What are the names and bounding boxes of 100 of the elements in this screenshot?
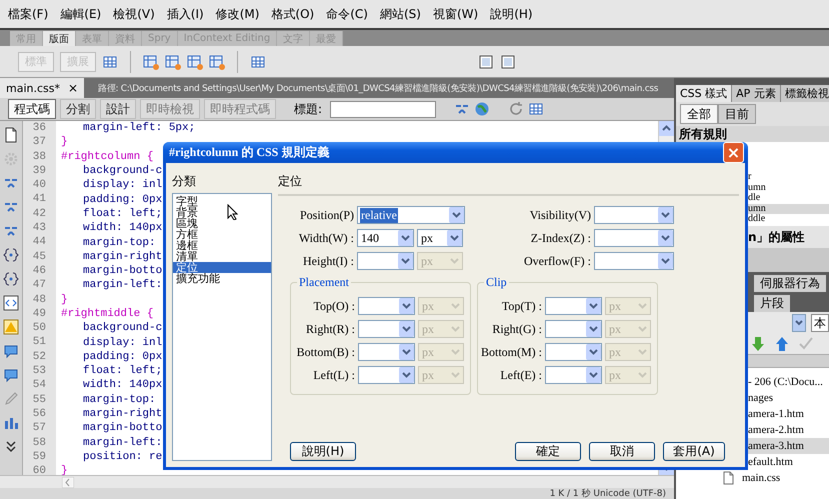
dropdown[interactable] — [545, 366, 602, 384]
refresh-icon[interactable] — [508, 101, 524, 117]
brackets-icon[interactable] — [3, 271, 19, 287]
close-icon[interactable]: × — [68, 81, 78, 95]
view-button[interactable]: 分割 — [60, 99, 96, 119]
field-label: Height(I) : — [302, 254, 354, 268]
grid-icon[interactable] — [528, 101, 544, 117]
chevron-icon[interactable] — [399, 298, 414, 314]
chevron-icon[interactable] — [586, 367, 601, 383]
menu-item[interactable]: 命令(C) — [322, 6, 376, 22]
mode-tab[interactable]: 全部 — [680, 104, 718, 124]
panel-tab[interactable]: 標籤檢視 — [780, 85, 829, 102]
menu-item[interactable]: 檢視(V) — [109, 6, 163, 22]
dropdown[interactable] — [594, 252, 674, 270]
chevron-icon[interactable] — [399, 367, 414, 383]
file-item[interactable]: main.css — [676, 470, 829, 486]
menu-item[interactable]: 檔案(F) — [4, 6, 56, 22]
category-item[interactable]: 區塊 — [173, 218, 271, 229]
chevron-icon[interactable] — [586, 321, 601, 337]
table-icon[interactable] — [165, 54, 181, 70]
chevron-icon[interactable] — [658, 207, 673, 223]
category-label: 分類 — [172, 173, 197, 190]
document-tab[interactable]: main.css* × — [0, 78, 84, 98]
dialog-button[interactable]: 確定 — [515, 442, 581, 461]
check-icon[interactable] — [798, 336, 814, 352]
panel-tab[interactable]: 伺服器行為 — [754, 275, 826, 292]
menu-item[interactable]: 格式(O) — [267, 6, 322, 22]
frame-icon[interactable] — [500, 54, 516, 70]
category-item[interactable]: 邊框 — [173, 240, 271, 251]
menu-item[interactable]: 說明(H) — [486, 6, 541, 22]
dropdown[interactable] — [792, 314, 806, 332]
scroll-left-icon[interactable] — [62, 476, 74, 488]
dropdown[interactable] — [545, 343, 602, 361]
dropdown[interactable]: px — [417, 229, 463, 247]
dropdown[interactable]: 140 — [357, 229, 414, 247]
view-button[interactable]: 程式碼 — [8, 99, 56, 119]
category-item[interactable]: 清單 — [173, 251, 271, 262]
chevron-icon[interactable] — [658, 253, 673, 269]
dialog-button[interactable]: 取消 — [589, 442, 655, 461]
mode-tab[interactable]: 目前 — [718, 104, 756, 124]
panel-tab[interactable]: AP 元素 — [732, 85, 781, 102]
category-item[interactable]: 擴充功能 — [173, 273, 271, 284]
up-arrow-icon[interactable] — [774, 336, 790, 352]
line-number: 47 — [32, 278, 47, 293]
dropdown[interactable] — [358, 320, 415, 338]
dropdown[interactable] — [358, 297, 415, 315]
dropdown[interactable] — [594, 229, 674, 247]
panel-tab[interactable]: CSS 樣式 — [676, 85, 732, 102]
dialog-button[interactable]: 套用(A) — [663, 442, 725, 461]
chevron-icon[interactable] — [658, 230, 673, 246]
dropdown[interactable] — [358, 366, 415, 384]
chevron-icon[interactable] — [398, 253, 413, 269]
down-arrow-icon[interactable] — [750, 336, 766, 352]
category-item[interactable]: 字型 — [173, 196, 271, 207]
category-item[interactable]: 背景 — [173, 207, 271, 218]
chevron-icon[interactable] — [399, 321, 414, 337]
close-button[interactable]: × — [723, 142, 744, 163]
category-item[interactable]: 方框 — [173, 229, 271, 240]
dropdown[interactable] — [594, 206, 674, 224]
category-item[interactable]: 定位 — [173, 262, 271, 273]
dropdown[interactable] — [358, 343, 415, 361]
view-button[interactable]: 設計 — [100, 99, 136, 119]
insert-tab[interactable]: 版面 — [43, 31, 76, 46]
frame-icon[interactable] — [478, 54, 494, 70]
chevron-icon[interactable] — [794, 319, 804, 327]
document-icon[interactable] — [3, 127, 19, 143]
menu-item[interactable]: 修改(M) — [212, 6, 268, 22]
menu-item[interactable]: 插入(I) — [162, 6, 212, 22]
grid-icon[interactable] — [250, 54, 266, 70]
table-icon[interactable] — [143, 54, 159, 70]
scroll-up-icon[interactable] — [659, 121, 674, 136]
code-icon[interactable] — [3, 295, 19, 311]
speech-bubble-icon[interactable] — [3, 367, 19, 383]
menu-item[interactable]: 網站(S) — [376, 6, 429, 22]
table-icon[interactable] — [209, 54, 225, 70]
table-icon[interactable] — [187, 54, 203, 70]
site-button[interactable]: 本 — [811, 314, 829, 332]
chevron-icon[interactable] — [449, 207, 464, 223]
chevron-icon[interactable] — [398, 230, 413, 246]
menu-item[interactable]: 視窗(W) — [428, 6, 486, 22]
menu-item[interactable]: 編輯(E) — [56, 6, 110, 22]
scrollbar[interactable] — [0, 475, 674, 488]
panel-tab[interactable]: 片段 — [754, 295, 790, 312]
pencil-icon[interactable] — [3, 391, 19, 407]
grid-icon[interactable] — [102, 54, 118, 70]
dropdown[interactable] — [357, 252, 414, 270]
dropdown[interactable]: relative — [357, 206, 465, 224]
chevron-icon[interactable] — [447, 230, 462, 246]
chevron-icon[interactable] — [586, 344, 601, 360]
warning-icon[interactable] — [3, 319, 19, 335]
help-button[interactable]: 說明(H) — [290, 442, 356, 461]
brackets-icon[interactable] — [3, 247, 19, 263]
speech-bubble-icon[interactable] — [3, 343, 19, 359]
dropdown[interactable] — [545, 297, 602, 315]
chart-icon[interactable] — [3, 415, 19, 431]
title-field[interactable] — [330, 100, 436, 118]
chevron-icon[interactable] — [399, 344, 414, 360]
globe-icon[interactable] — [474, 101, 490, 117]
chevron-icon[interactable] — [586, 298, 601, 314]
dropdown[interactable] — [545, 320, 602, 338]
